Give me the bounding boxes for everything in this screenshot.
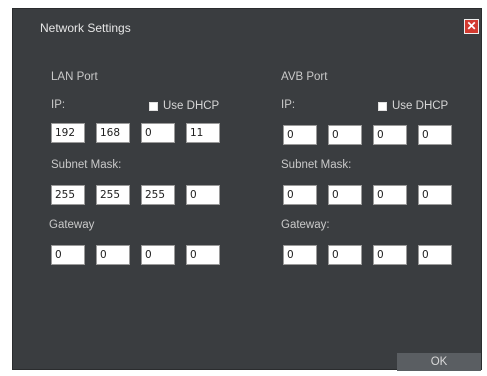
lan-gateway-octet-1[interactable] [51, 245, 85, 265]
lan-ip-octet-2[interactable] [96, 123, 130, 143]
lan-port-header: LAN Port [51, 71, 98, 83]
lan-ip-octet-1[interactable] [51, 123, 85, 143]
avb-ip-octet-2[interactable] [328, 125, 362, 145]
close-icon[interactable]: ✕ [464, 19, 479, 34]
lan-subnet-octet-3[interactable] [141, 185, 175, 205]
avb-ip-octet-3[interactable] [373, 125, 407, 145]
lan-ip-octet-4[interactable] [186, 123, 220, 143]
avb-gateway-octet-2[interactable] [328, 245, 362, 265]
avb-subnet-octet-2[interactable] [328, 185, 362, 205]
lan-use-dhcp-checkbox[interactable]: Use DHCP [149, 100, 219, 112]
lan-ip-octet-3[interactable] [141, 123, 175, 143]
avb-gateway-octet-3[interactable] [373, 245, 407, 265]
lan-gateway-octet-4[interactable] [186, 245, 220, 265]
lan-gateway-octet-2[interactable] [96, 245, 130, 265]
ok-button[interactable]: OK [397, 353, 481, 371]
avb-use-dhcp-checkbox[interactable]: Use DHCP [378, 100, 448, 112]
dialog-title: Network Settings [40, 21, 131, 35]
lan-subnet-octet-2[interactable] [96, 185, 130, 205]
lan-subnet-label: Subnet Mask: [51, 159, 122, 171]
avb-port-header: AVB Port [281, 71, 328, 83]
lan-gateway-label: Gateway [49, 219, 95, 231]
avb-ip-octet-1[interactable] [283, 125, 317, 145]
lan-ip-label: IP: [51, 99, 66, 111]
avb-gateway-octet-1[interactable] [283, 245, 317, 265]
avb-dhcp-checkbox-box[interactable] [378, 101, 387, 111]
avb-ip-octet-4[interactable] [418, 125, 452, 145]
avb-subnet-label: Subnet Mask: [281, 159, 352, 171]
avb-subnet-octet-3[interactable] [373, 185, 407, 205]
avb-ip-label: IP: [281, 99, 296, 111]
lan-subnet-octet-4[interactable] [186, 185, 220, 205]
lan-gateway-octet-3[interactable] [141, 245, 175, 265]
lan-dhcp-checkbox-box[interactable] [149, 101, 158, 111]
avb-gateway-label: Gateway: [281, 219, 330, 231]
network-settings-dialog: Network Settings ✕ LAN Port IP: Use DHCP… [12, 8, 482, 371]
lan-dhcp-label: Use DHCP [163, 100, 220, 112]
avb-subnet-octet-1[interactable] [283, 185, 317, 205]
lan-subnet-octet-1[interactable] [51, 185, 85, 205]
avb-gateway-octet-4[interactable] [418, 245, 452, 265]
avb-subnet-octet-4[interactable] [418, 185, 452, 205]
avb-dhcp-label: Use DHCP [392, 100, 449, 112]
